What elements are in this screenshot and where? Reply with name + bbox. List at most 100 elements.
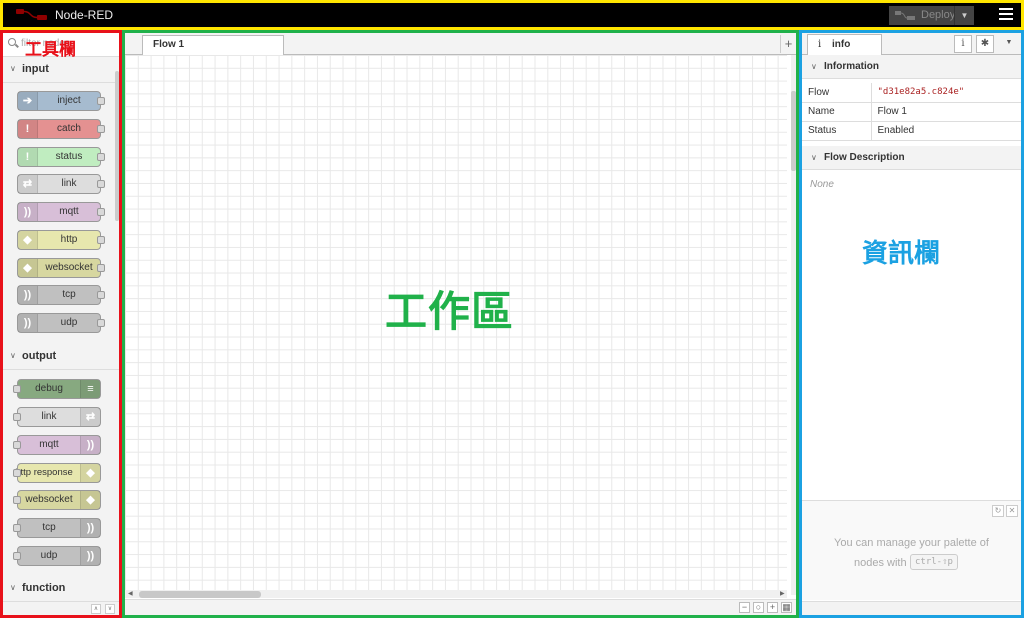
table-row: Name Flow 1 bbox=[802, 102, 1021, 122]
collapse-all-icon[interactable]: ∧ bbox=[91, 604, 101, 614]
palette-category-input[interactable]: ∨ input bbox=[3, 57, 119, 83]
bridge-icon: )) bbox=[18, 203, 38, 221]
palette-node-udp[interactable]: )) udp bbox=[17, 313, 105, 333]
shortcut-key: ctrl-⇧p bbox=[910, 554, 958, 570]
palette-node-label: link bbox=[41, 411, 57, 422]
add-flow-button[interactable]: + bbox=[780, 35, 796, 53]
node-port bbox=[13, 413, 21, 421]
info-value: Flow 1 bbox=[871, 102, 1021, 122]
expand-all-icon[interactable]: ∨ bbox=[105, 604, 115, 614]
palette-category-label: input bbox=[22, 63, 49, 75]
palette-node-label: websocket bbox=[45, 262, 93, 273]
palette-node-label: websocket bbox=[25, 494, 73, 505]
palette-node-http[interactable]: ◆ http bbox=[17, 230, 105, 250]
info-key: Flow bbox=[802, 83, 872, 103]
info-value: "d31e82a5.c824e" bbox=[871, 83, 1021, 103]
debug-tab-button[interactable]: ✱ bbox=[976, 35, 994, 53]
scroll-left-icon[interactable]: ◀ bbox=[128, 590, 133, 597]
palette-node-label: http bbox=[60, 234, 78, 245]
info-tab-button[interactable]: i bbox=[954, 35, 972, 53]
palette-node-label: catch bbox=[57, 123, 81, 134]
palette-node-link[interactable]: ⇄ link bbox=[13, 407, 101, 427]
palette-node-link[interactable]: ⇄ link bbox=[17, 174, 105, 194]
palette-node-tcp[interactable]: )) tcp bbox=[17, 285, 105, 305]
deploy-dropdown-icon[interactable]: ▼ bbox=[954, 6, 974, 25]
node-port bbox=[13, 469, 21, 477]
search-icon bbox=[8, 38, 16, 46]
palette-scrollbar[interactable] bbox=[115, 71, 119, 221]
main-menu-icon[interactable] bbox=[999, 8, 1013, 20]
node-port bbox=[13, 385, 21, 393]
zoom-reset-button[interactable]: ○ bbox=[753, 602, 764, 613]
tab-flow-1[interactable]: Flow 1 bbox=[142, 35, 284, 55]
palette-node-label: mqtt bbox=[39, 439, 59, 450]
palette-node-udp[interactable]: )) udp bbox=[13, 546, 101, 566]
tab-label: Flow 1 bbox=[153, 39, 185, 50]
workspace-vertical-scrollbar[interactable] bbox=[791, 55, 796, 595]
palette-node-mqtt[interactable]: )) mqtt bbox=[17, 202, 105, 222]
workspace-horizontal-scrollbar[interactable]: ◀ ▶ bbox=[125, 590, 787, 598]
exclamation-icon: ! bbox=[18, 148, 38, 166]
flow-description-section-header[interactable]: ∨ Flow Description bbox=[802, 146, 1021, 170]
palette-node-label: inject bbox=[57, 95, 81, 106]
palette-category-output[interactable]: ∨ output bbox=[3, 344, 119, 370]
flow-description-value: None bbox=[810, 179, 834, 190]
node-port bbox=[97, 319, 105, 327]
palette-overlay-label: 工具欄 bbox=[25, 40, 76, 60]
palette-category-label: output bbox=[22, 350, 57, 362]
globe-icon: ◆ bbox=[18, 231, 38, 249]
info-key: Name bbox=[802, 102, 872, 122]
bridge-icon: )) bbox=[80, 547, 100, 565]
palette-node-inject[interactable]: ➔ inject bbox=[17, 91, 105, 111]
zoom-out-button[interactable]: − bbox=[739, 602, 750, 613]
app-title: Node-RED bbox=[55, 8, 114, 22]
chevron-down-icon: ∨ bbox=[811, 62, 817, 71]
bridge-icon: )) bbox=[80, 436, 100, 454]
section-title: Flow Description bbox=[824, 152, 905, 163]
deploy-button[interactable]: Deploy ▼ bbox=[889, 6, 974, 25]
node-port bbox=[13, 552, 21, 560]
scroll-right-icon[interactable]: ▶ bbox=[780, 590, 785, 597]
palette-node-debug[interactable]: ≡ debug bbox=[13, 379, 101, 399]
exclamation-icon: ! bbox=[18, 120, 38, 138]
workspace-footer: − ○ + ▦ bbox=[125, 599, 796, 615]
sidebar-footer bbox=[802, 601, 1021, 615]
palette-node-websocket[interactable]: ◆ websocket bbox=[13, 490, 101, 510]
palette-category-label: function bbox=[22, 582, 66, 594]
node-port bbox=[97, 125, 105, 133]
tips-panel: ↻ ✕ You can manage your palette of nodes… bbox=[802, 500, 1021, 600]
palette-node-label: udp bbox=[40, 550, 58, 561]
bridge-icon: )) bbox=[80, 519, 100, 537]
palette-node-catch[interactable]: ! catch bbox=[17, 119, 105, 139]
tab-info[interactable]: i info bbox=[807, 34, 882, 55]
sidebar-tabs-dropdown-icon[interactable]: ▼ bbox=[1000, 35, 1018, 53]
node-port bbox=[13, 524, 21, 532]
globe-icon: ◆ bbox=[80, 491, 100, 509]
information-section-header[interactable]: ∨ Information bbox=[802, 55, 1021, 79]
workspace-panel: Flow 1 + ◀ ▶ − ○ + ▦ 工作區 bbox=[122, 30, 799, 618]
navigator-button[interactable]: ▦ bbox=[781, 602, 792, 613]
zoom-in-button[interactable]: + bbox=[767, 602, 778, 613]
close-tip-icon[interactable]: ✕ bbox=[1006, 505, 1018, 517]
palette-node-mqtt[interactable]: )) mqtt bbox=[13, 435, 101, 455]
refresh-tip-icon[interactable]: ↻ bbox=[992, 505, 1004, 517]
palette-node-http-response[interactable]: ◆ http response bbox=[13, 463, 101, 483]
palette-node-websocket[interactable]: ◆ websocket bbox=[17, 258, 105, 278]
sidebar-overlay-label: 資訊欄 bbox=[862, 239, 941, 269]
palette-node-label: status bbox=[55, 151, 83, 162]
globe-icon: ◆ bbox=[18, 259, 38, 277]
palette-node-tcp[interactable]: )) tcp bbox=[13, 518, 101, 538]
palette-category-function[interactable]: ∨ function bbox=[3, 576, 119, 602]
palette-node-label: link bbox=[61, 178, 77, 189]
chevron-down-icon: ∨ bbox=[10, 583, 16, 592]
deploy-icon bbox=[895, 11, 915, 20]
palette-node-label: tcp bbox=[42, 522, 56, 533]
palette-node-status[interactable]: ! status bbox=[17, 147, 105, 167]
node-port bbox=[13, 441, 21, 449]
info-value: Enabled bbox=[871, 121, 1021, 141]
palette-node-label: mqtt bbox=[59, 206, 79, 217]
chevron-down-icon: ∨ bbox=[10, 64, 16, 73]
info-key: Status bbox=[802, 121, 872, 141]
sidebar-tabs: i info i ✱ ▼ bbox=[802, 33, 1021, 55]
arrow-icon: ➔ bbox=[18, 92, 38, 110]
